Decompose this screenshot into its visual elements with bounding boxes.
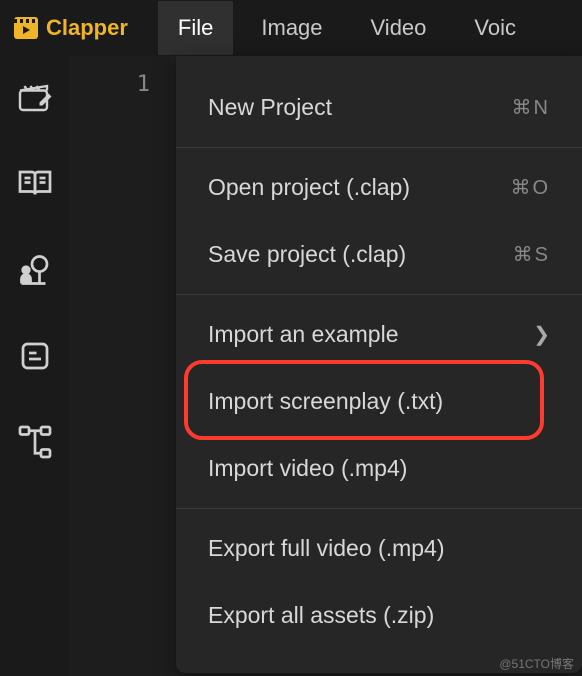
menu-import-example[interactable]: Import an example ❯	[176, 301, 582, 368]
menu-item-shortcut: ⌘O	[510, 175, 550, 200]
menu-item-label: Import video (.mp4)	[208, 455, 550, 482]
menu-item-label: Import screenplay (.txt)	[208, 388, 550, 415]
menu-voice[interactable]: Voic	[454, 1, 536, 55]
menu-item-label: Open project (.clap)	[208, 174, 510, 201]
menu-video[interactable]: Video	[351, 1, 447, 55]
sidebar	[0, 56, 70, 676]
menu-file[interactable]: File	[158, 1, 233, 55]
menu-separator	[176, 508, 582, 509]
sitemap-icon[interactable]	[17, 424, 53, 460]
watermark: @51CTO博客	[499, 655, 574, 672]
menu-export-all-assets[interactable]: Export all assets (.zip)	[176, 582, 582, 649]
menu-item-shortcut: ⌘S	[513, 242, 550, 267]
line-number: 1	[137, 72, 150, 97]
menu-item-label: Save project (.clap)	[208, 241, 513, 268]
menu-new-project[interactable]: New Project ⌘N	[176, 74, 582, 141]
file-dropdown: New Project ⌘N Open project (.clap) ⌘O S…	[176, 56, 582, 673]
menu-item-label: Import an example	[208, 321, 533, 348]
menu-import-screenplay[interactable]: Import screenplay (.txt)	[176, 368, 582, 435]
app-logo: Clapper	[14, 15, 128, 41]
person-tree-icon[interactable]	[17, 252, 53, 288]
menu-item-label: New Project	[208, 94, 512, 121]
menu-export-full-video[interactable]: Export full video (.mp4)	[176, 515, 582, 582]
menu-item-label: Export all assets (.zip)	[208, 602, 550, 629]
menubar: Clapper File Image Video Voic	[0, 0, 582, 56]
menu-open-project[interactable]: Open project (.clap) ⌘O	[176, 154, 582, 221]
app-name: Clapper	[46, 15, 128, 41]
menu-item-label: Export full video (.mp4)	[208, 535, 550, 562]
menu-items: File Image Video Voic	[158, 1, 536, 55]
menu-image[interactable]: Image	[241, 1, 342, 55]
clapper-edit-icon[interactable]	[17, 80, 53, 116]
menu-separator	[176, 294, 582, 295]
book-open-icon[interactable]	[17, 166, 53, 202]
menu-separator	[176, 147, 582, 148]
clapper-logo-icon	[14, 17, 38, 39]
line-gutter: 1	[70, 56, 170, 676]
chevron-right-icon: ❯	[533, 322, 550, 347]
menu-import-video[interactable]: Import video (.mp4)	[176, 435, 582, 502]
menu-save-project[interactable]: Save project (.clap) ⌘S	[176, 221, 582, 288]
note-icon[interactable]	[17, 338, 53, 374]
menu-item-shortcut: ⌘N	[512, 95, 550, 120]
